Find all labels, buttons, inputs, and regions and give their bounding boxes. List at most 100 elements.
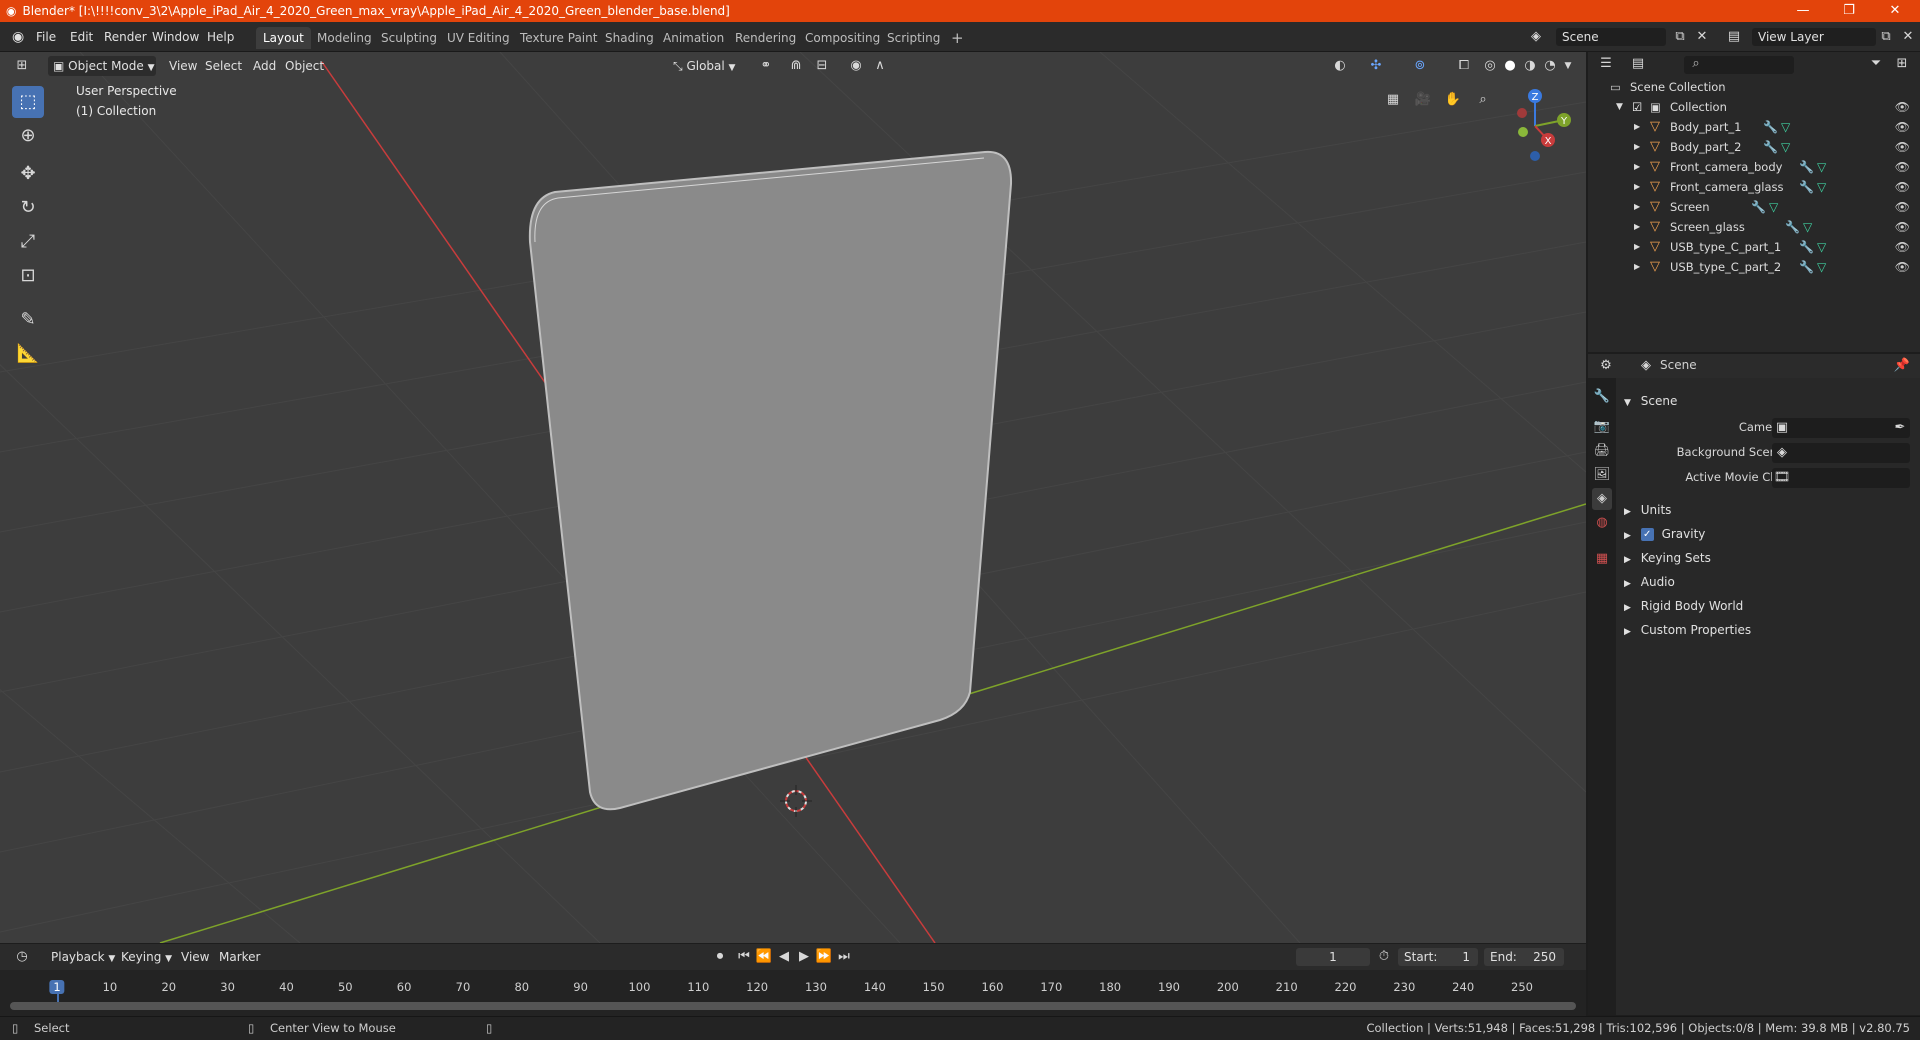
- eye-icon[interactable]: 👁: [1895, 177, 1910, 197]
- timeline-menu-keying[interactable]: Keying ▼: [116, 947, 177, 967]
- proportional-edit-icon[interactable]: ◉: [846, 56, 866, 76]
- mesh-data-icon[interactable]: ▽: [1803, 217, 1812, 237]
- scene-selector[interactable]: Scene: [1556, 28, 1666, 46]
- active-movie-clip-field[interactable]: 🎞: [1772, 468, 1910, 488]
- eye-icon[interactable]: 👁: [1895, 197, 1910, 217]
- outliner-object-row[interactable]: ▶ ▽ Body_part_1 🔧 ▽ 👁: [1588, 117, 1920, 137]
- modifier-wrench-icon[interactable]: 🔧: [1799, 257, 1814, 277]
- end-frame-field[interactable]: End: 250: [1484, 948, 1564, 966]
- tab-compositing[interactable]: Compositing: [798, 27, 887, 49]
- jump-start-icon[interactable]: ⏮: [734, 947, 754, 967]
- measure-tool-icon[interactable]: 📐: [12, 338, 44, 370]
- delete-view-layer-icon[interactable]: ✕: [1898, 27, 1918, 47]
- next-keyframe-icon[interactable]: ⏩: [814, 947, 834, 967]
- tool-tab-icon[interactable]: 🔧: [1592, 386, 1612, 408]
- gravity-panel-header[interactable]: ▶ ✓ Gravity: [1624, 523, 1705, 545]
- outliner-object-row[interactable]: ▶ ▽ Body_part_2 🔧 ▽ 👁: [1588, 137, 1920, 157]
- tab-animation[interactable]: Animation: [656, 27, 731, 49]
- select-box-tool-icon[interactable]: ⬚: [12, 86, 44, 118]
- minimize-button[interactable]: —: [1780, 0, 1826, 22]
- current-frame-marker[interactable]: 1: [49, 980, 65, 994]
- menu-edit[interactable]: Edit: [64, 27, 99, 47]
- eye-icon[interactable]: 👁: [1895, 137, 1910, 157]
- outliner-object-row[interactable]: ▶ ▽ Front_camera_body 🔧 ▽ 👁: [1588, 157, 1920, 177]
- tab-rendering[interactable]: Rendering: [728, 27, 803, 49]
- jump-end-icon[interactable]: ⏭: [834, 947, 854, 967]
- eye-icon[interactable]: 👁: [1895, 217, 1910, 237]
- rigid-body-world-panel-header[interactable]: ▶ Rigid Body World: [1624, 595, 1743, 617]
- tab-modeling[interactable]: Modeling: [310, 27, 379, 49]
- navigation-gizmo[interactable]: Z Y X: [1492, 80, 1582, 170]
- output-tab-icon[interactable]: 🖨: [1592, 440, 1612, 462]
- prev-keyframe-icon[interactable]: ⏪: [754, 947, 774, 967]
- menu-help[interactable]: Help: [201, 27, 240, 47]
- view-layer-tab-icon[interactable]: 🖼: [1592, 464, 1612, 486]
- timeline-menu-view[interactable]: View: [176, 947, 214, 967]
- mesh-data-icon[interactable]: ▽: [1817, 177, 1826, 197]
- modifier-wrench-icon[interactable]: 🔧: [1799, 237, 1814, 257]
- outliner-object-row[interactable]: ▶ ▽ Screen_glass 🔧 ▽ 👁: [1588, 217, 1920, 237]
- gizmo-toggle-icon[interactable]: ✣: [1366, 56, 1386, 76]
- eye-icon[interactable]: 👁: [1895, 237, 1910, 257]
- delete-scene-icon[interactable]: ✕: [1692, 27, 1712, 47]
- mesh-data-icon[interactable]: ▽: [1817, 157, 1826, 177]
- snap-target-icon[interactable]: ⊟: [812, 56, 832, 76]
- material-shading-icon[interactable]: ◑: [1520, 56, 1540, 76]
- menu-window[interactable]: Window: [146, 27, 205, 47]
- current-frame-field[interactable]: 1: [1296, 948, 1370, 966]
- background-scene-field[interactable]: ◈: [1772, 443, 1910, 463]
- close-button[interactable]: ✕: [1872, 0, 1918, 22]
- blender-menu-icon[interactable]: ◉: [6, 27, 30, 47]
- pin-icon[interactable]: 📌: [1892, 356, 1912, 376]
- camera-field[interactable]: ▣ ✒: [1772, 418, 1910, 438]
- scale-tool-icon[interactable]: ⤢: [12, 226, 44, 258]
- outliner-object-row[interactable]: ▶ ▽ Front_camera_glass 🔧 ▽ 👁: [1588, 177, 1920, 197]
- filter-icon[interactable]: ⏷: [1866, 54, 1886, 74]
- chevron-down-icon[interactable]: ▼: [1616, 97, 1623, 117]
- pivot-icon[interactable]: ⚭: [756, 56, 776, 76]
- timeline-menu-marker[interactable]: Marker: [214, 947, 265, 967]
- add-workspace-button[interactable]: +: [944, 27, 971, 49]
- snap-icon[interactable]: ⋒: [786, 56, 806, 76]
- viewport-menu-view[interactable]: View: [164, 56, 202, 76]
- keying-sets-panel-header[interactable]: ▶ Keying Sets: [1624, 547, 1711, 569]
- mode-selector[interactable]: ▣ Object Mode ▼: [48, 56, 156, 76]
- collection-checkbox-icon[interactable]: ☑: [1632, 97, 1642, 117]
- outliner-object-row[interactable]: ▶ ▽ USB_type_C_part_2 🔧 ▽ 👁: [1588, 257, 1920, 277]
- texture-tab-icon[interactable]: ▦: [1592, 548, 1612, 570]
- play-icon[interactable]: ▶: [794, 947, 814, 967]
- modifier-wrench-icon[interactable]: 🔧: [1799, 177, 1814, 197]
- start-frame-field[interactable]: Start: 1: [1398, 948, 1478, 966]
- viewport-3d[interactable]: ⊞ ▣ Object Mode ▼ View Select Add Object…: [0, 52, 1586, 943]
- new-scene-icon[interactable]: ⧉: [1670, 27, 1690, 47]
- viewport-menu-object[interactable]: Object: [280, 56, 329, 76]
- scene-panel-header[interactable]: ▼ Scene: [1624, 390, 1677, 412]
- mesh-data-icon[interactable]: ▽: [1781, 137, 1790, 157]
- cursor-tool-icon[interactable]: ⊕: [12, 120, 44, 152]
- record-icon[interactable]: ⏺: [710, 947, 730, 967]
- outliner-object-row[interactable]: ▶ ▽ Screen 🔧 ▽ 👁: [1588, 197, 1920, 217]
- eye-icon[interactable]: 👁: [1895, 157, 1910, 177]
- tab-scripting[interactable]: Scripting: [880, 27, 947, 49]
- timeline-editor-icon[interactable]: ◷: [12, 947, 32, 967]
- render-tab-icon[interactable]: 📷: [1592, 416, 1612, 438]
- orientation-selector[interactable]: ⤡ Global ▼: [668, 56, 740, 76]
- view-layer-selector[interactable]: View Layer: [1752, 28, 1876, 46]
- pan-hand-icon[interactable]: ✋: [1443, 90, 1463, 110]
- outliner-scene-collection[interactable]: ▭ Scene Collection: [1588, 77, 1920, 97]
- rendered-shading-icon[interactable]: ◔: [1540, 56, 1560, 76]
- outliner-editor-icon[interactable]: ☰: [1596, 54, 1616, 74]
- viewport-menu-add[interactable]: Add: [248, 56, 281, 76]
- overlay-toggle-icon[interactable]: ⊚: [1410, 56, 1430, 76]
- eye-icon[interactable]: 👁: [1895, 97, 1910, 117]
- chevron-right-icon[interactable]: ▶: [1634, 177, 1640, 197]
- timeline-scrollbar[interactable]: [10, 1002, 1576, 1010]
- xray-icon[interactable]: ⧠: [1454, 56, 1474, 76]
- viewport-scene[interactable]: [0, 52, 1586, 943]
- new-collection-icon[interactable]: ⊞: [1892, 54, 1912, 74]
- mesh-data-icon[interactable]: ▽: [1769, 197, 1778, 217]
- modifier-wrench-icon[interactable]: 🔧: [1763, 137, 1778, 157]
- mesh-data-icon[interactable]: ▽: [1817, 237, 1826, 257]
- play-reverse-icon[interactable]: ◀: [774, 947, 794, 967]
- solid-shading-icon[interactable]: ●: [1500, 56, 1520, 76]
